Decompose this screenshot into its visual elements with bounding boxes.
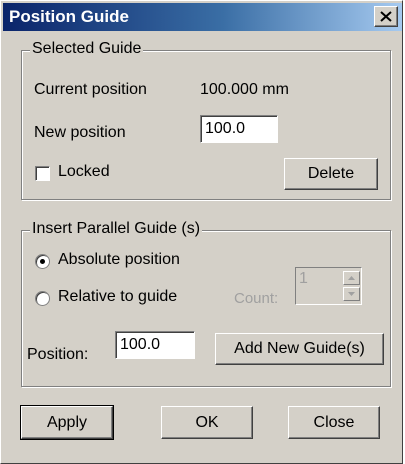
absolute-position-label: Absolute position xyxy=(58,251,180,268)
selected-guide-legend: Selected Guide xyxy=(30,40,144,58)
new-position-label: New position xyxy=(34,124,126,141)
current-position-value: 100.000 mm xyxy=(200,81,289,98)
position-input[interactable] xyxy=(115,331,195,359)
title-bar[interactable]: Position Guide xyxy=(3,3,402,31)
position-guide-dialog: Position Guide Selected Guide Current po… xyxy=(0,0,403,464)
close-button-label: Close xyxy=(313,413,355,431)
spin-up-button[interactable] xyxy=(343,271,360,285)
new-position-input[interactable] xyxy=(200,115,278,143)
ok-button[interactable]: OK xyxy=(161,406,253,439)
count-spinner[interactable]: 1 xyxy=(295,267,362,305)
insert-parallel-group: Insert Parallel Guide (s) Absolute posit… xyxy=(21,220,391,387)
close-icon xyxy=(380,11,392,22)
add-new-guides-label: Add New Guide(s) xyxy=(234,340,365,357)
spin-down-button[interactable] xyxy=(343,287,360,301)
relative-to-guide-label: Relative to guide xyxy=(58,288,178,305)
insert-parallel-legend: Insert Parallel Guide (s) xyxy=(30,220,203,238)
current-position-label: Current position xyxy=(34,81,147,98)
locked-checkbox[interactable] xyxy=(35,166,50,181)
absolute-position-radio[interactable] xyxy=(35,254,50,269)
apply-button[interactable]: Apply xyxy=(20,405,114,440)
spin-up-icon xyxy=(348,276,355,280)
delete-button-label: Delete xyxy=(307,165,355,182)
locked-label: Locked xyxy=(58,163,110,180)
apply-button-label: Apply xyxy=(46,413,88,431)
selected-guide-group: Selected Guide Current position 100.000 … xyxy=(21,40,391,200)
relative-to-guide-radio[interactable] xyxy=(35,291,50,306)
radio-selected-dot xyxy=(40,259,45,264)
add-new-guides-button[interactable]: Add New Guide(s) xyxy=(215,333,384,365)
count-value: 1 xyxy=(299,270,308,287)
position-label: Position: xyxy=(27,346,89,363)
ok-button-label: OK xyxy=(195,413,219,431)
spin-down-icon xyxy=(348,292,355,296)
close-button[interactable]: Close xyxy=(288,406,380,439)
count-label: Count: xyxy=(234,290,279,307)
window-title: Position Guide xyxy=(9,7,129,26)
close-window-button[interactable] xyxy=(374,6,398,27)
count-spin-buttons xyxy=(343,269,360,303)
delete-button[interactable]: Delete xyxy=(284,158,378,190)
